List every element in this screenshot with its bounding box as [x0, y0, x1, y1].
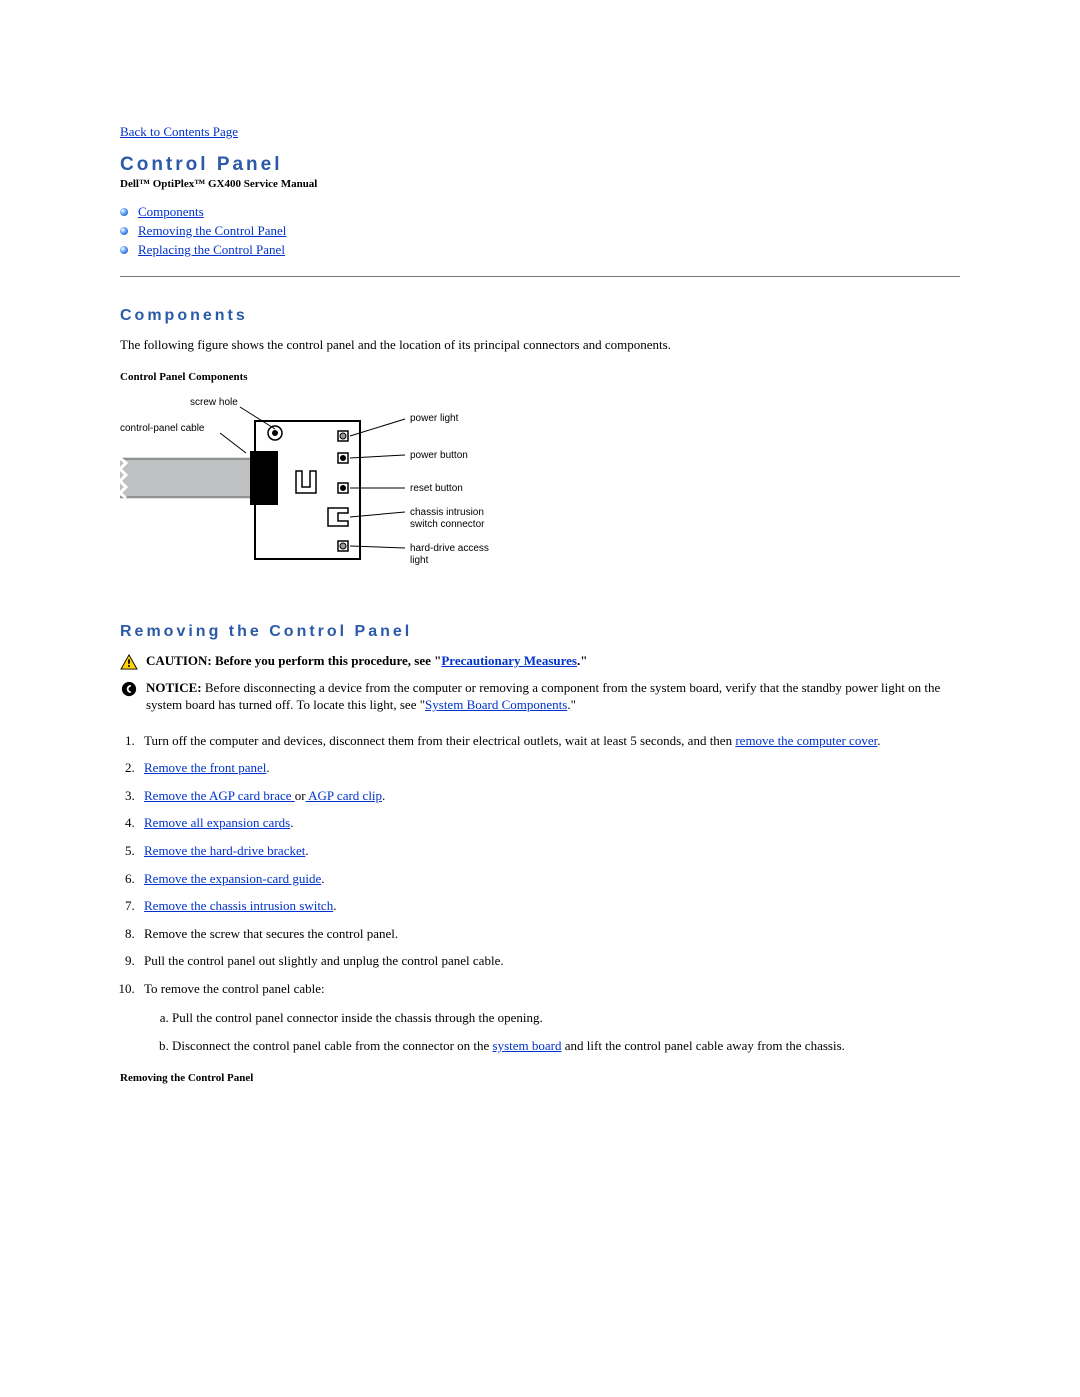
- label-power-light: power light: [410, 413, 459, 424]
- toc-item: Components: [120, 204, 960, 220]
- toc-link-components[interactable]: Components: [138, 204, 204, 220]
- components-intro: The following figure shows the control p…: [120, 337, 960, 353]
- removal-steps: Turn off the computer and devices, disco…: [138, 732, 960, 1055]
- label-light: light: [410, 555, 429, 566]
- remove-front-panel-link[interactable]: Remove the front panel: [144, 760, 266, 775]
- notice-circle-icon: [120, 681, 138, 697]
- step-7-post: .: [333, 898, 336, 913]
- notice-text: NOTICE: Before disconnecting a device fr…: [146, 680, 960, 714]
- step-5-post: .: [305, 843, 308, 858]
- step-1-post: .: [877, 733, 880, 748]
- caution-triangle-icon: [120, 654, 138, 670]
- remove-chassis-intrusion-switch-link[interactable]: Remove the chassis intrusion switch: [144, 898, 333, 913]
- bullet-icon: [120, 208, 128, 216]
- diagram-svg: screw hole control-panel cable power lig…: [120, 393, 540, 573]
- step-6: Remove the expansion-card guide.: [138, 870, 960, 888]
- label-switch-connector: switch connector: [410, 519, 485, 530]
- step-10b: Disconnect the control panel cable from …: [172, 1037, 960, 1055]
- step-10-text: To remove the control panel cable:: [144, 981, 325, 996]
- label-power-button: power button: [410, 450, 468, 461]
- caution-prefix: CAUTION: Before you perform this procedu…: [146, 653, 441, 668]
- label-hard-drive-access: hard-drive access: [410, 543, 489, 554]
- components-figure-caption: Control Panel Components: [120, 371, 960, 383]
- step-4-post: .: [290, 815, 293, 830]
- step-5: Remove the hard-drive bracket.: [138, 842, 960, 860]
- precautionary-measures-link[interactable]: Precautionary Measures: [441, 653, 577, 668]
- caution-text: CAUTION: Before you perform this procedu…: [146, 653, 587, 670]
- toc-link-replacing[interactable]: Replacing the Control Panel: [138, 242, 285, 258]
- label-reset-button: reset button: [410, 483, 463, 494]
- step-10b-post: and lift the control panel cable away fr…: [562, 1038, 845, 1053]
- components-heading: Components: [120, 307, 960, 325]
- step-1: Turn off the computer and devices, disco…: [138, 732, 960, 750]
- removing-figure-caption: Removing the Control Panel: [120, 1072, 960, 1084]
- page-title: Control Panel: [120, 154, 960, 176]
- toc-link-removing[interactable]: Removing the Control Panel: [138, 223, 286, 239]
- back-to-contents-link[interactable]: Back to Contents Page: [120, 124, 238, 139]
- step-10a: Pull the control panel connector inside …: [172, 1009, 960, 1027]
- system-board-components-link[interactable]: System Board Components: [425, 697, 567, 712]
- notice-body-2: .": [567, 697, 576, 712]
- toc-item: Replacing the Control Panel: [120, 242, 960, 258]
- divider: [120, 276, 960, 277]
- document-page: Back to Contents Page Control Panel Dell…: [0, 0, 1080, 1154]
- remove-cover-link[interactable]: remove the computer cover: [735, 733, 877, 748]
- notice-row: NOTICE: Before disconnecting a device fr…: [120, 680, 960, 714]
- notice-prefix: NOTICE:: [146, 680, 202, 695]
- manual-subtitle: Dell™ OptiPlex™ GX400 Service Manual: [120, 178, 960, 190]
- label-screw-hole: screw hole: [190, 397, 238, 408]
- step-2: Remove the front panel.: [138, 759, 960, 777]
- step-4: Remove all expansion cards.: [138, 814, 960, 832]
- toc-item: Removing the Control Panel: [120, 223, 960, 239]
- step-1-pre: Turn off the computer and devices, disco…: [144, 733, 735, 748]
- bullet-icon: [120, 227, 128, 235]
- removing-heading: Removing the Control Panel: [120, 623, 960, 641]
- caution-row: CAUTION: Before you perform this procedu…: [120, 653, 960, 670]
- step-10-substeps: Pull the control panel connector inside …: [172, 1009, 960, 1054]
- label-control-panel-cable: control-panel cable: [120, 423, 205, 434]
- top-nav: Back to Contents Page: [120, 124, 960, 140]
- label-chassis-intrusion: chassis intrusion: [410, 507, 484, 518]
- agp-card-clip-link[interactable]: AGP card clip: [306, 788, 382, 803]
- step-6-post: .: [321, 871, 324, 886]
- page-toc: Components Removing the Control Panel Re…: [120, 204, 960, 258]
- remove-expansion-cards-link[interactable]: Remove all expansion cards: [144, 815, 290, 830]
- remove-expansion-card-guide-link[interactable]: Remove the expansion-card guide: [144, 871, 321, 886]
- remove-agp-brace-link[interactable]: Remove the AGP card brace: [144, 788, 295, 803]
- step-7: Remove the chassis intrusion switch.: [138, 897, 960, 915]
- step-10b-pre: Disconnect the control panel cable from …: [172, 1038, 493, 1053]
- bullet-icon: [120, 246, 128, 254]
- remove-hdd-bracket-link[interactable]: Remove the hard-drive bracket: [144, 843, 305, 858]
- step-3-post: .: [382, 788, 385, 803]
- step-8: Remove the screw that secures the contro…: [138, 925, 960, 943]
- system-board-link[interactable]: system board: [493, 1038, 562, 1053]
- step-2-post: .: [266, 760, 269, 775]
- step-3-mid: or: [295, 788, 306, 803]
- step-10: To remove the control panel cable: Pull …: [138, 980, 960, 1055]
- caution-suffix: .": [577, 653, 587, 668]
- step-3: Remove the AGP card brace or AGP card cl…: [138, 787, 960, 805]
- step-9: Pull the control panel out slightly and …: [138, 952, 960, 970]
- control-panel-diagram: screw hole control-panel cable power lig…: [120, 393, 960, 573]
